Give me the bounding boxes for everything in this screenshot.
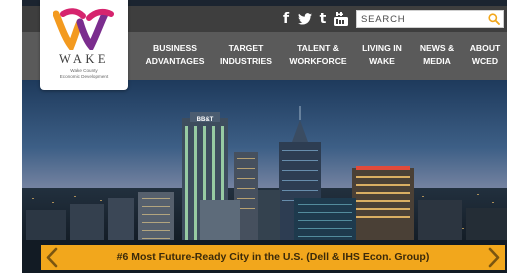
logo-mark xyxy=(53,8,114,50)
hero-caption: #6 Most Future-Ready City in the U.S. (D… xyxy=(116,251,430,263)
hero-caption-banner: #6 Most Future-Ready City in the U.S. (D… xyxy=(41,245,505,270)
nav-label-line2: WCED xyxy=(471,56,499,66)
wake-logo[interactable]: WAKE Wake County Economic Development xyxy=(40,0,128,90)
logo-wordmark: WAKE xyxy=(58,52,110,66)
site-frame: f t BUSINESS ADVANTAGES TARGET INDUSTRIE… xyxy=(22,0,507,273)
facebook-icon[interactable]: f xyxy=(281,10,291,28)
nav-news-media[interactable]: NEWS & MEDIA xyxy=(415,42,459,68)
nav-business-advantages[interactable]: BUSINESS ADVANTAGES xyxy=(138,42,212,68)
nav-label-line1: NEWS & xyxy=(419,43,455,53)
nav-label-line1: ABOUT xyxy=(469,43,501,53)
nav-talent-workforce[interactable]: TALENT & WORKFORCE xyxy=(284,42,352,68)
search-icon[interactable] xyxy=(488,13,500,25)
tumblr-icon[interactable]: t xyxy=(318,10,328,28)
nav-label-line1: LIVING IN xyxy=(362,43,402,53)
nav-label-line2: INDUSTRIES xyxy=(219,56,273,66)
nav-label-line2: WORKFORCE xyxy=(289,56,347,66)
nav-label-line2: ADVANTAGES xyxy=(145,56,205,66)
logo-subtitle: Wake County Economic Development xyxy=(40,68,128,79)
twitter-icon[interactable] xyxy=(298,10,312,28)
nav-label-line2: WAKE xyxy=(369,56,395,66)
logo-subtitle-line2: Economic Development xyxy=(59,73,109,79)
chevron-right-icon[interactable] xyxy=(487,247,501,268)
building-sign: BB&T xyxy=(197,117,214,123)
nav-label-line1: TARGET xyxy=(228,43,264,53)
nav-label-line2: MEDIA xyxy=(423,56,451,66)
nav-target-industries[interactable]: TARGET INDUSTRIES xyxy=(216,42,276,68)
nav-label-line1: TALENT & xyxy=(297,43,339,53)
nav-label-line1: BUSINESS xyxy=(153,43,197,53)
hero-image: BB&T #6 Most Future-Ready City in the U.… xyxy=(22,80,507,273)
youtube-icon[interactable] xyxy=(334,10,348,28)
search-input[interactable] xyxy=(357,11,483,27)
search-box xyxy=(356,10,504,28)
nav-about-wced[interactable]: ABOUT WCED xyxy=(466,42,504,68)
nav-living-in-wake[interactable]: LIVING IN WAKE xyxy=(357,42,407,68)
